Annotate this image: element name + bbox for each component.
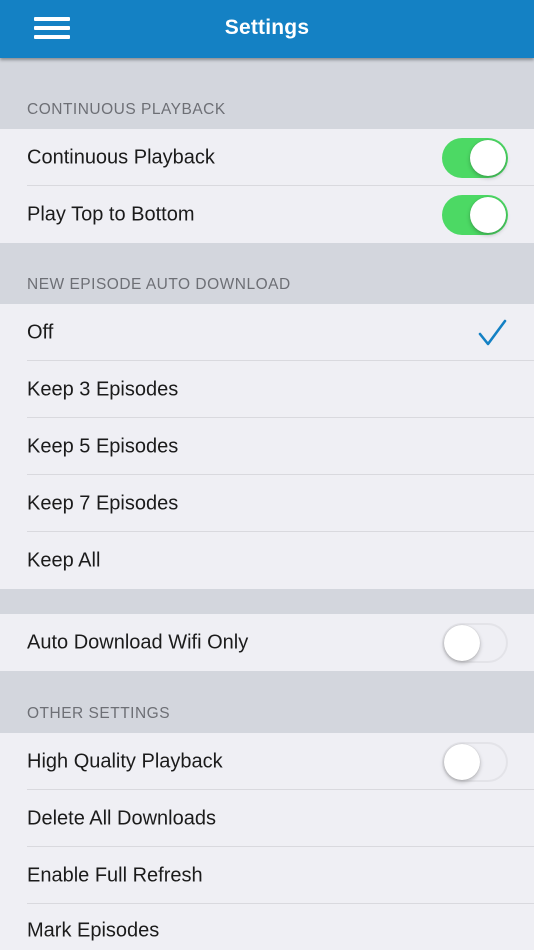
section-header-other-settings: OTHER SETTINGS <box>0 671 534 733</box>
row-label: High Quality Playback <box>27 750 223 772</box>
row-label: Continuous Playback <box>27 146 215 168</box>
mark-episodes-button[interactable]: Mark Episodes <box>0 904 534 950</box>
play-top-to-bottom-toggle[interactable] <box>442 194 508 235</box>
navigation-bar: Settings <box>0 0 534 58</box>
row-auto-download-wifi-only: Auto Download Wifi Only <box>0 614 534 671</box>
option-label: Keep All <box>27 549 101 571</box>
continuous-playback-toggle[interactable] <box>442 137 508 178</box>
delete-all-downloads-button[interactable]: Delete All Downloads <box>0 790 534 847</box>
option-label: Keep 5 Episodes <box>27 435 179 457</box>
row-high-quality-playback: High Quality Playback <box>0 733 534 790</box>
option-keep-3-episodes[interactable]: Keep 3 Episodes <box>0 361 534 418</box>
row-continuous-playback: Continuous Playback <box>0 129 534 186</box>
section-header-auto-download: NEW EPISODE AUTO DOWNLOAD <box>0 243 534 304</box>
option-keep-5-episodes[interactable]: Keep 5 Episodes <box>0 418 534 475</box>
row-label: Play Top to Bottom <box>27 203 195 225</box>
row-label: Mark Episodes <box>27 919 160 942</box>
high-quality-playback-toggle[interactable] <box>442 741 508 782</box>
page-title: Settings <box>224 16 310 39</box>
row-label: Delete All Downloads <box>27 807 216 829</box>
option-label: Off <box>27 321 54 343</box>
section-header-continuous-playback: CONTINUOUS PLAYBACK <box>0 58 534 129</box>
row-play-top-to-bottom: Play Top to Bottom <box>0 186 534 243</box>
option-label: Keep 3 Episodes <box>27 378 179 400</box>
auto-download-wifi-only-toggle[interactable] <box>442 622 508 663</box>
option-label: Keep 7 Episodes <box>27 492 179 514</box>
option-off[interactable]: Off <box>0 304 534 361</box>
option-keep-all[interactable]: Keep All <box>0 532 534 589</box>
option-keep-7-episodes[interactable]: Keep 7 Episodes <box>0 475 534 532</box>
row-label: Enable Full Refresh <box>27 864 203 886</box>
checkmark-icon <box>478 319 507 345</box>
enable-full-refresh-button[interactable]: Enable Full Refresh <box>0 847 534 904</box>
row-label: Auto Download Wifi Only <box>27 631 249 653</box>
